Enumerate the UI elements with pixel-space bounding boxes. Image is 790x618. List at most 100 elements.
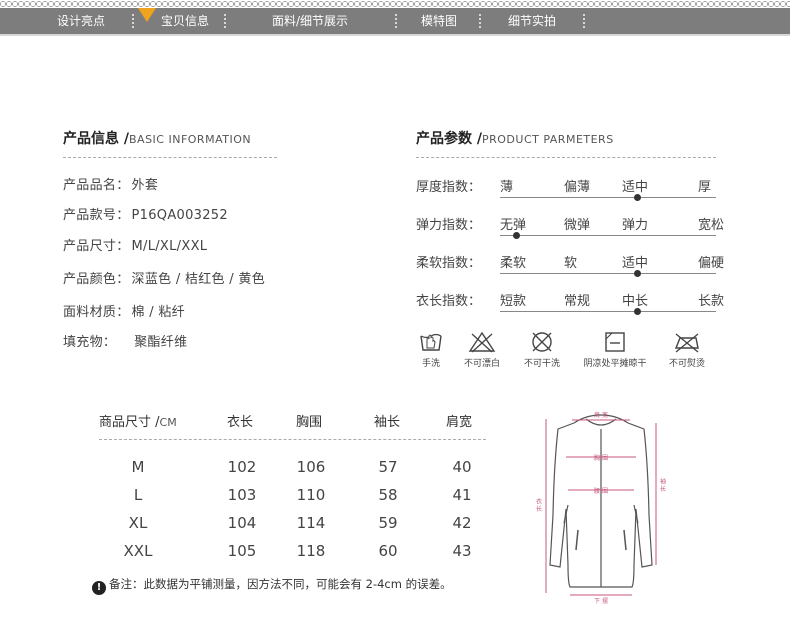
top-nav: 设计亮点 宝贝信息 面料/细节展示 模特图 细节实拍 [0,8,790,34]
length-label: 衣 长 [535,497,542,513]
info-value: 深蓝色 / 桔红色 / 黄色 [131,272,266,287]
col-header-length: 衣长 [227,415,254,430]
coat-outline [549,414,653,588]
info-value: 外套 [131,178,159,193]
param-option: 薄 [500,180,514,195]
size-value-cell: 105 [227,542,257,560]
size-value-cell: 43 [452,542,472,560]
param-label: 衣长指数： [416,294,482,309]
info-value: 棉 / 粘纤 [131,305,185,320]
care-no-iron: 不可熨烫 [663,330,711,369]
size-cell: M [131,458,145,476]
size-value-cell: 114 [296,514,326,532]
nav-separator [395,14,397,28]
size-table-divider [99,439,486,440]
warning-icon: ! [92,581,106,595]
param-option: 软 [564,256,578,271]
care-label: 不可熨烫 [668,359,705,369]
care-no-bleach: 不可漂白 [458,330,506,369]
care-label: 不可漂白 [463,359,500,369]
hem-label: 下 摆 [594,597,608,605]
size-value-cell: 104 [227,514,257,532]
param-row: 衣长指数： 短款 常规 中长 长款 [416,290,724,320]
no-dry-clean-icon [532,332,552,352]
care-label: 不可干洗 [523,359,560,369]
params-title-en: PRODUCT PARMETERS [482,133,614,146]
param-option: 常规 [564,294,591,309]
size-cell: L [133,486,143,504]
param-indicator-dot [513,232,520,239]
basic-info-title-en: BASIC INFORMATION [129,133,252,146]
param-option: 偏薄 [564,180,591,195]
info-label: 产品款号： [63,208,130,223]
param-option: 无弹 [500,218,527,233]
param-track [500,235,716,236]
tab-design-highlights[interactable]: 设计亮点 [57,8,105,34]
param-option: 厚 [698,180,712,195]
tab-product-info[interactable]: 宝贝信息 [161,8,209,34]
care-label: 阴凉处平摊晾干 [583,359,647,369]
active-tab-arrow-icon [138,8,156,22]
size-value-cell: 118 [296,542,326,560]
basic-info-title: 产品信息 /BASIC INFORMATION [63,128,251,148]
nav-separator [583,14,585,28]
size-cell: XXL [123,542,153,560]
chest-label: 胸 围 [594,454,608,462]
params-title: 产品参数 /PRODUCT PARMETERS [416,128,614,148]
size-value-cell: 60 [378,542,398,560]
no-bleach-icon [468,331,496,353]
param-indicator-dot [634,194,641,201]
param-option: 弹力 [622,218,649,233]
size-value-cell: 58 [378,486,398,504]
params-divider [416,157,716,158]
size-value-cell: 40 [452,458,472,476]
size-table-header: 商品尺寸 /CM [99,411,177,430]
note-text: 备注：此数据为平铺测量，因方法不同，可能会有 2-4cm 的误差。 [109,577,452,591]
param-row: 厚度指数： 薄 偏薄 适中 厚 [416,176,716,206]
info-value: 聚酯纤维 [134,335,188,350]
param-option: 柔软 [500,256,527,271]
info-row-material: 面料材质：棉 / 粘纤 [63,301,185,320]
info-label: 产品品名： [63,178,130,193]
measurement-note: ! 备注：此数据为平铺测量，因方法不同，可能会有 2-4cm 的误差。 [92,576,452,595]
param-label: 柔软指数： [416,256,482,271]
sleeve-label: 袖 长 [659,477,666,493]
info-row-filling: 填充物： 聚酯纤维 [63,331,187,350]
info-row-color: 产品颜色： 深蓝色 / 桔红色 / 黄色 [63,268,265,287]
param-indicator-dot [634,308,641,315]
param-option: 短款 [500,294,527,309]
care-shade-dry-flat: 阴凉处平摊晾干 [577,330,653,369]
size-value-cell: 110 [296,486,326,504]
param-track [500,197,716,198]
waist-label: 腰 围 [594,488,608,495]
param-track [500,273,716,274]
size-table-header-cn: 商品尺寸 / [99,415,160,430]
nav-top-border [0,0,790,8]
nav-separator [224,14,226,28]
param-label: 厚度指数： [416,180,482,195]
care-no-dry-clean: 不可干洗 [518,330,566,369]
tab-fabric-details[interactable]: 面料/细节展示 [272,8,348,34]
info-label: 产品尺寸： [63,239,130,254]
col-header-sleeve: 袖长 [374,415,401,430]
size-table-unit: CM [159,416,177,429]
size-value-cell: 59 [378,514,398,532]
care-label: 手洗 [421,359,440,369]
size-value-cell: 42 [452,514,472,532]
param-option: 适中 [622,180,649,195]
col-header-shoulder: 肩宽 [446,415,473,430]
tab-detail-photos[interactable]: 细节实拍 [508,8,556,34]
info-row-size: 产品尺寸： M/L/XL/XXL [63,235,207,254]
size-value-cell: 102 [227,458,257,476]
info-label: 产品颜色： [63,272,130,287]
size-value-cell: 57 [378,458,398,476]
params-title-cn: 产品参数 / [416,131,482,147]
shade-dry-flat-icon [605,332,625,352]
info-value: M/L/XL/XXL [131,239,208,254]
param-option: 微弹 [564,218,591,233]
garment-measurement-diagram: 肩 宽 胸 围 腰 围 下 摆 衣 长 袖 长 [535,411,666,605]
tab-model-photos[interactable]: 模特图 [421,8,457,34]
info-value: P16QA003252 [131,208,228,223]
size-value-cell: 103 [227,486,257,504]
info-row-name: 产品品名： 外套 [63,174,158,193]
